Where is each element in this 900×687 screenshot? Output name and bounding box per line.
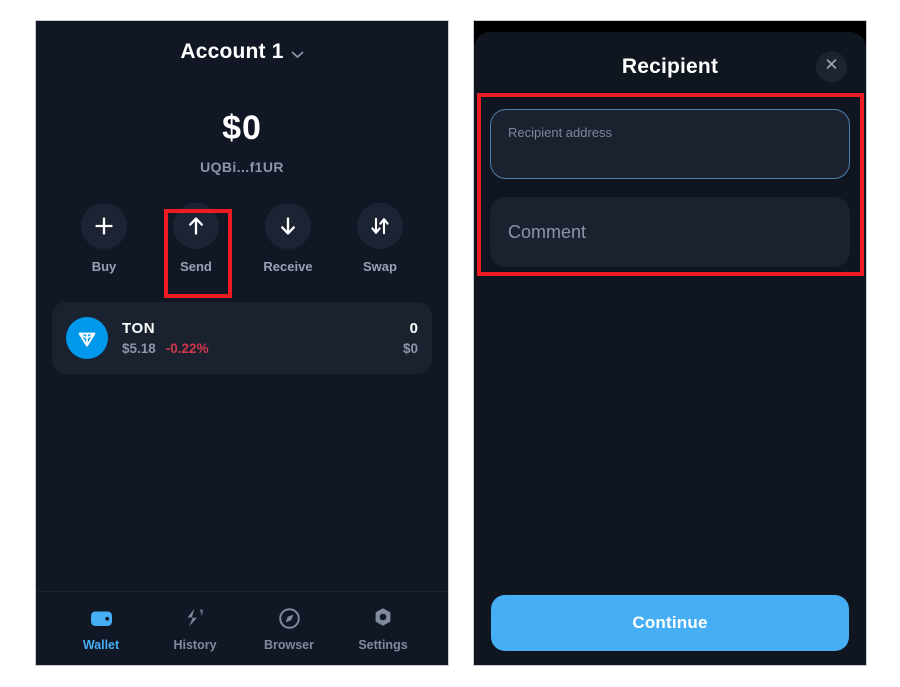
recipient-form: Recipient address Comment <box>474 101 866 267</box>
action-send[interactable]: Send <box>168 203 224 274</box>
browser-icon <box>278 605 301 631</box>
balance-block: $0 UQBi...f1UR <box>36 109 448 175</box>
token-fiat-value: $0 <box>402 341 418 356</box>
nav-item-settings[interactable]: Settings <box>344 605 422 652</box>
action-label-swap: Swap <box>363 259 397 274</box>
continue-button[interactable]: Continue <box>491 595 849 651</box>
nav-label-wallet: Wallet <box>82 638 120 652</box>
action-buy[interactable]: Buy <box>76 203 132 274</box>
close-icon <box>825 58 838 76</box>
plus-icon <box>93 215 115 237</box>
page-title: Recipient <box>621 54 719 78</box>
wallet-address[interactable]: UQBi...f1UR <box>36 159 448 175</box>
nav-label-browser: Browser <box>263 638 315 652</box>
chevron-down-icon[interactable] <box>291 48 304 61</box>
token-amount: 0 <box>409 320 418 337</box>
account-header[interactable]: Account 1 <box>36 21 448 83</box>
token-symbol: TON <box>122 320 156 337</box>
action-label-buy: Buy <box>91 259 117 274</box>
nav-item-wallet[interactable]: Wallet <box>62 605 140 652</box>
nav-item-browser[interactable]: Browser <box>250 605 328 652</box>
total-balance: $0 <box>222 109 262 147</box>
swap-button[interactable] <box>357 203 403 249</box>
screenshot-stage: Account 1 $0 UQBi...f1UR Buy Send Receiv… <box>0 0 900 687</box>
recipient-sheet: Recipient Recipient address Comment Cont… <box>474 32 866 665</box>
token-subline: $5.18 -0.22% <box>122 341 403 356</box>
nav-label-settings: Settings <box>358 638 408 652</box>
close-button[interactable] <box>816 51 847 82</box>
comment-input[interactable]: Comment <box>490 197 850 267</box>
quick-actions: Buy Send Receive Swap <box>36 203 448 274</box>
recipient-address-placeholder: Recipient address <box>508 125 613 140</box>
action-label-receive: Receive <box>263 259 313 274</box>
bottom-navigation: Wallet History Browser Settings <box>36 591 448 665</box>
recipient-address-input[interactable]: Recipient address <box>490 109 850 179</box>
continue-button-container: Continue <box>474 595 866 651</box>
token-row-ton[interactable]: TON $5.18 -0.22% 0 $0 <box>52 302 432 374</box>
token-price: $5.18 <box>122 341 156 356</box>
token-info: TON $5.18 -0.22% <box>122 320 403 356</box>
token-list: TON $5.18 -0.22% 0 $0 <box>52 302 432 374</box>
ton-logo-icon <box>66 317 108 359</box>
action-swap[interactable]: Swap <box>352 203 408 274</box>
nav-label-history: History <box>173 638 217 652</box>
action-receive[interactable]: Receive <box>260 203 316 274</box>
comment-placeholder: Comment <box>508 221 587 242</box>
swap-arrows-icon <box>369 215 391 237</box>
account-name: Account 1 <box>180 40 284 63</box>
wallet-icon <box>89 605 114 631</box>
token-change: -0.22% <box>165 341 209 356</box>
wallet-screen-panel: Account 1 $0 UQBi...f1UR Buy Send Receiv… <box>35 20 449 666</box>
arrow-down-icon <box>277 215 299 237</box>
nav-item-history[interactable]: History <box>156 605 234 652</box>
receive-button[interactable] <box>265 203 311 249</box>
arrow-up-icon <box>185 215 207 237</box>
settings-icon <box>371 605 395 631</box>
send-button[interactable] <box>173 203 219 249</box>
sheet-header: Recipient <box>474 32 866 101</box>
recipient-screen-panel: Recipient Recipient address Comment Cont… <box>473 20 867 666</box>
token-balance-block: 0 $0 <box>403 320 418 356</box>
history-icon <box>183 605 207 631</box>
action-label-send: Send <box>180 259 212 274</box>
buy-button[interactable] <box>81 203 127 249</box>
